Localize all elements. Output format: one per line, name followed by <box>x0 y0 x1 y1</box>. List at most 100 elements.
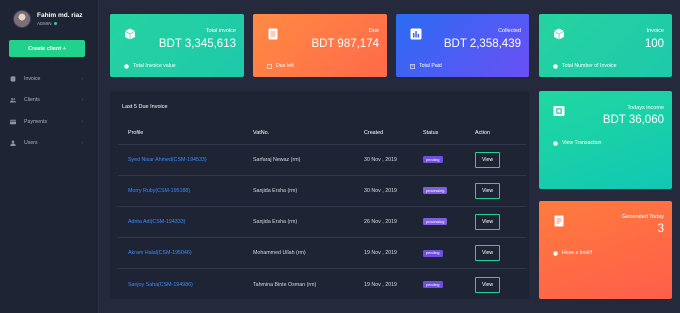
card-footer-label: Have a look!! <box>562 250 593 256</box>
status-badge: pending <box>423 249 443 257</box>
user-icon <box>10 140 16 147</box>
collected-card: Collected BDT 2,358,439 Total Paid <box>396 14 529 77</box>
table-row: Adrita Adi(CSM-194333) Sanjida Ersha (rm… <box>118 206 526 239</box>
created-cell: 19 Nov , 2019 <box>364 281 397 288</box>
created-cell: 19 Nov , 2019 <box>354 237 413 270</box>
profile-link[interactable]: Adrita Adi(CSM-194333) <box>118 206 243 239</box>
card-title: Collected <box>498 28 521 34</box>
column-header: Status <box>413 122 465 145</box>
due-invoice-table: Profile VatNo. Created Status Action Sye… <box>118 122 526 300</box>
card-value: BDT 2,358,439 <box>443 38 521 50</box>
status-badge: processing <box>423 187 448 195</box>
sidebar-item-label: Invoice <box>24 75 41 82</box>
document-small-icon <box>267 63 272 69</box>
vat-cell: Sanjida Ersha (rm) <box>243 206 354 239</box>
users-icon <box>10 97 16 103</box>
generated-today-card: Generated Today 3 Have a look!! <box>539 201 672 299</box>
have-a-look-link[interactable]: Have a look!! <box>553 250 592 256</box>
database-icon <box>10 75 16 82</box>
view-button[interactable]: View <box>475 151 501 168</box>
card-footer: Due left <box>267 63 294 69</box>
card-title: Todays income <box>627 105 664 111</box>
avatar[interactable] <box>13 10 31 28</box>
card-icon <box>10 119 16 125</box>
cube-icon <box>553 28 565 40</box>
column-header: Action <box>465 122 526 145</box>
profile-link[interactable]: Sanjoy Saha(CSM-194986) <box>118 269 243 300</box>
bar-chart-icon <box>410 28 422 40</box>
create-client-button[interactable]: Create client + <box>9 40 85 57</box>
chevron-right-icon: › <box>81 118 83 125</box>
card-title: Generated Today <box>621 214 664 220</box>
profile-link[interactable]: Akram Halal(CSM-195046) <box>118 237 243 270</box>
card-title: Due <box>368 28 379 34</box>
view-transaction-link[interactable]: View Transaction <box>553 140 601 146</box>
invoice-count-card: Invoice 100 Total Number of Invoice <box>539 14 672 77</box>
status-badge: processing <box>423 218 448 226</box>
view-button[interactable]: View <box>475 213 501 230</box>
sidebar-item-clients[interactable]: Clients › <box>0 90 99 112</box>
document-icon <box>554 215 564 227</box>
status-badge: pending <box>423 156 443 164</box>
card-footer-label: Total Number of Invoice <box>562 63 617 69</box>
card-footer: Total Paid <box>410 63 442 69</box>
todays-income-card: Todays income BDT 36,060 View Transactio… <box>539 91 672 189</box>
wallet-icon <box>553 106 565 116</box>
card-footer: Total Number of Invoice <box>553 63 617 69</box>
sidebar-item-label: Users <box>24 140 38 147</box>
circle-icon <box>124 63 129 69</box>
chevron-right-icon: › <box>81 75 83 82</box>
circle-icon <box>553 250 558 256</box>
created-cell: 30 Nov , 2019 <box>354 175 413 207</box>
card-footer-label: Total Paid <box>419 63 442 69</box>
card-title: Invoice <box>646 28 664 34</box>
card-value: BDT 36,060 <box>602 114 664 126</box>
view-button[interactable]: View <box>475 182 501 199</box>
created-cell: 30 Nov , 2019 <box>354 144 413 176</box>
receipt-icon <box>410 63 415 69</box>
cube-icon <box>124 28 136 40</box>
status-badge: pending <box>423 281 443 289</box>
sidebar: Fahim md. riaz ADMIN Create client + Inv… <box>0 0 99 313</box>
card-value: 3 <box>657 223 664 235</box>
sidebar-nav: Invoice › Clients › Payments › Users › <box>0 68 99 154</box>
vat-cell: Tahmina Binte Osman (rm) <box>253 281 317 288</box>
card-footer: Total Invoice value <box>124 63 176 69</box>
panel-title: Last 5 Due Invoice <box>122 104 168 110</box>
vat-cell: Sanjida Ersha (rm) <box>243 175 354 207</box>
card-value: 100 <box>644 38 664 50</box>
column-header: Created <box>354 122 413 145</box>
sidebar-item-invoice[interactable]: Invoice › <box>0 68 99 90</box>
view-button[interactable]: View <box>475 276 501 293</box>
created-cell: 26 Nov , 2019 <box>354 206 413 239</box>
document-icon <box>268 28 278 40</box>
online-status-dot <box>53 22 57 25</box>
sidebar-item-users[interactable]: Users › <box>0 133 99 155</box>
profile-role: ADMIN <box>37 21 52 26</box>
table-row: Akram Halal(CSM-195046) Mohammed Ullah (… <box>118 237 526 270</box>
vat-cell: Sarfaraj Newaz (rm) <box>243 144 354 176</box>
card-footer-label: Due left <box>276 63 294 69</box>
total-invoice-card: Total invoice BDT 3,345,613 Total Invoic… <box>110 14 244 77</box>
chevron-right-icon: › <box>81 97 83 104</box>
profile-link[interactable]: Syed Nisar Ahmed(CSM-194533) <box>118 144 243 176</box>
card-footer-label: View Transaction <box>562 140 602 146</box>
card-title: Total invoice <box>205 28 236 34</box>
card-value: BDT 3,345,613 <box>158 38 236 50</box>
due-card: Due BDT 987,174 Due left <box>253 14 387 77</box>
card-value: BDT 987,174 <box>311 38 379 50</box>
sidebar-item-label: Clients <box>24 97 40 104</box>
profile-name: Fahim md. riaz <box>37 12 83 19</box>
chevron-right-icon: › <box>81 140 83 147</box>
sidebar-item-payments[interactable]: Payments › <box>0 111 99 133</box>
sidebar-item-label: Payments <box>24 118 48 125</box>
table-header-row: Profile VatNo. Created Status Action <box>118 122 526 145</box>
due-invoice-panel: Last 5 Due Invoice Profile VatNo. Create… <box>110 91 529 299</box>
profile[interactable]: Fahim md. riaz ADMIN <box>13 10 83 28</box>
column-header: VatNo. <box>243 122 354 145</box>
profile-link[interactable]: Morry Ruby(CSM-195188) <box>118 175 243 207</box>
table-row: Sanjoy Saha(CSM-194986) Tahmina Binte Os… <box>118 269 526 300</box>
circle-icon <box>553 63 558 69</box>
view-button[interactable]: View <box>475 245 501 262</box>
circle-icon <box>553 140 558 146</box>
